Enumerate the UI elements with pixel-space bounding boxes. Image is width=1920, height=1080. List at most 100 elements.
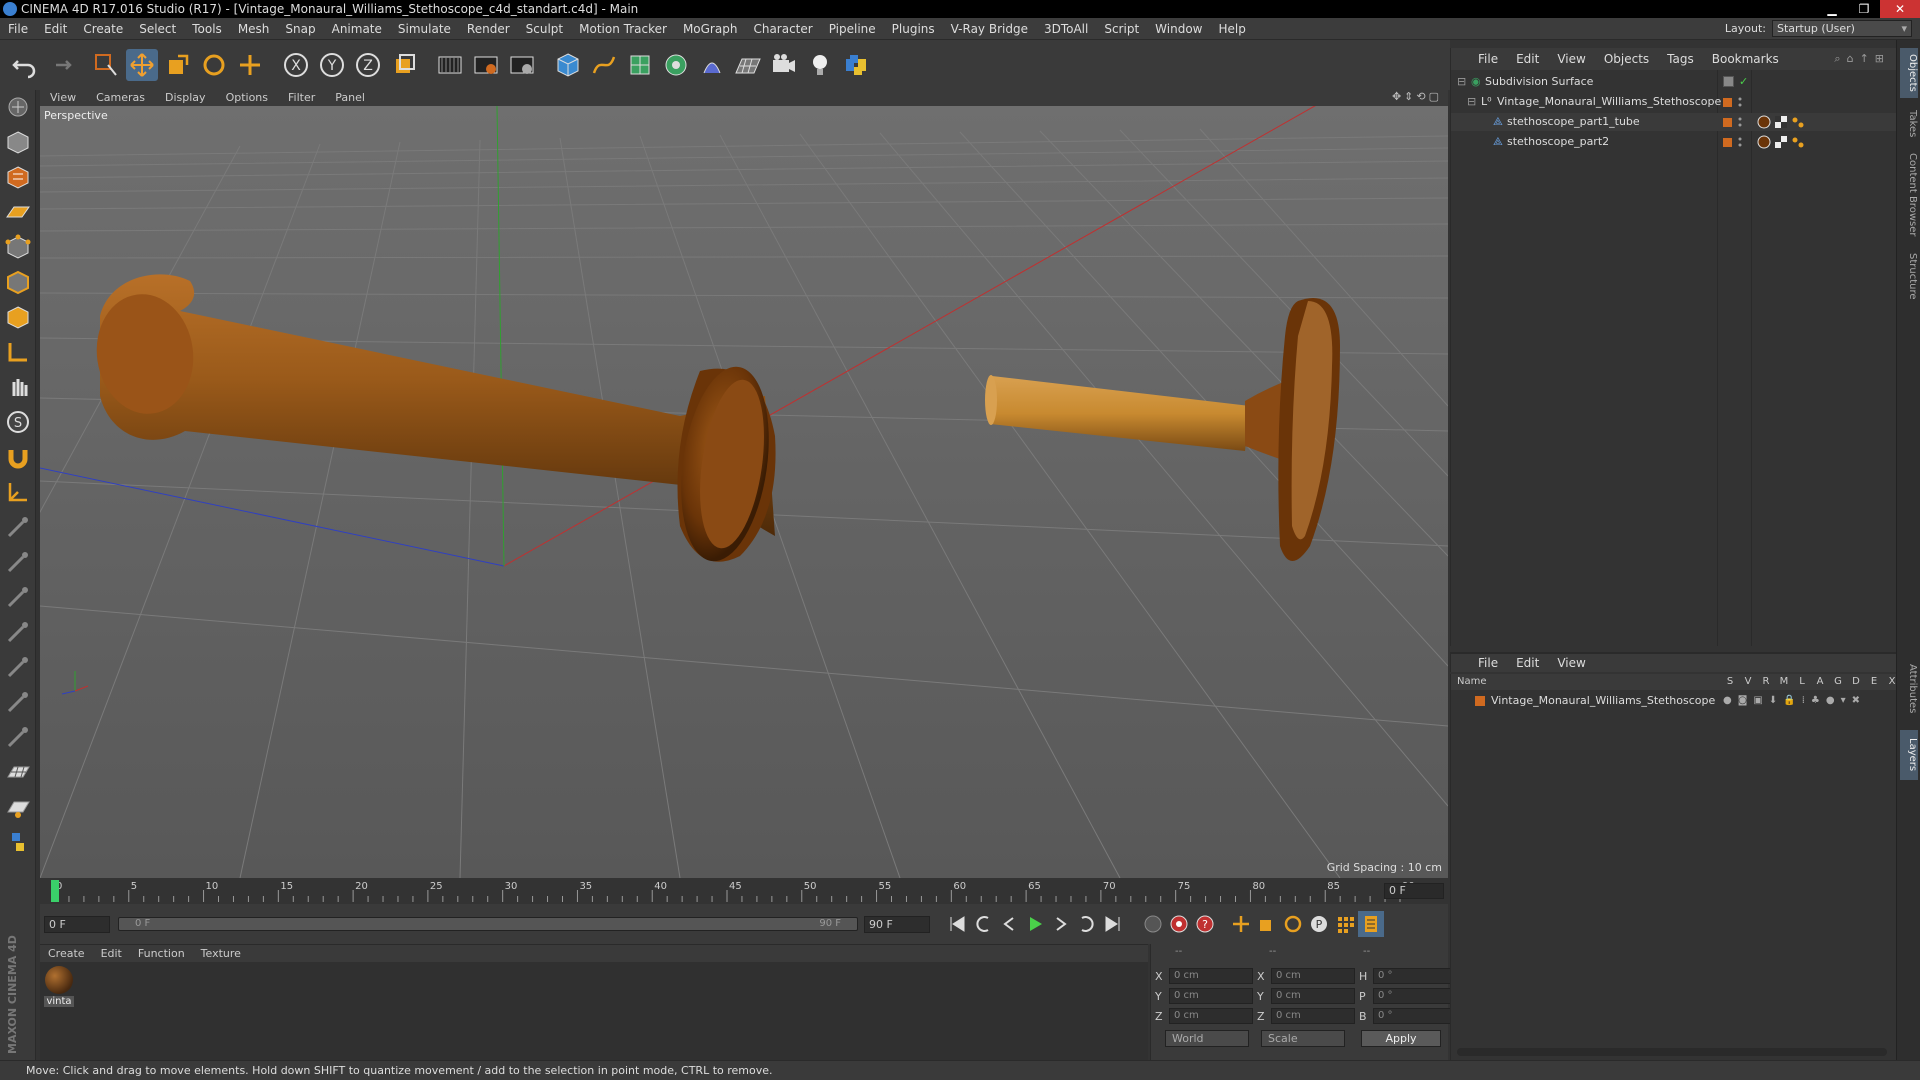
visibility-dots-icon[interactable] — [1738, 116, 1742, 128]
tab-attributes[interactable]: Attributes — [1900, 654, 1918, 724]
material-tag-icon[interactable] — [1757, 115, 1771, 129]
coordinate-space-dropdown[interactable]: World — [1165, 1030, 1249, 1047]
viewport-menu-panel[interactable]: Panel — [325, 91, 375, 104]
key-rotation-icon[interactable] — [1280, 911, 1306, 937]
smooth-brush-icon[interactable] — [3, 547, 33, 577]
move-tool-icon[interactable] — [126, 49, 158, 81]
undo-button[interactable] — [8, 49, 40, 81]
3d-viewport[interactable]: Perspective Grid Spacing : 10 cm — [40, 106, 1448, 878]
rotation-b-field[interactable]: 0 ° — [1373, 1008, 1451, 1024]
layers-menu-edit[interactable]: Edit — [1507, 656, 1548, 670]
menu-window[interactable]: Window — [1147, 22, 1210, 36]
size-y-field[interactable]: 0 cm — [1271, 988, 1355, 1004]
render-view-icon[interactable] — [434, 49, 466, 81]
key-parameter-icon[interactable]: P — [1306, 911, 1332, 937]
object-row-stethoscope-part2[interactable]: ⟁ stethoscope_part2 — [1451, 133, 1897, 151]
go-to-end-icon[interactable] — [1100, 911, 1126, 937]
timeline-ruler[interactable]: 051015202530354045505560657075808590 0 F — [40, 878, 1448, 904]
snap-icon[interactable]: S — [3, 407, 33, 437]
previous-frame-icon[interactable] — [996, 911, 1022, 937]
render-to-picture-viewer-icon[interactable] — [470, 49, 502, 81]
deformer-icon[interactable] — [696, 49, 728, 81]
playhead[interactable] — [51, 880, 59, 902]
make-editable-icon[interactable] — [3, 92, 33, 122]
menu-plugins[interactable]: Plugins — [884, 22, 943, 36]
material-swatch[interactable]: vinta — [44, 966, 74, 1007]
visibility-dots-icon[interactable] — [1738, 136, 1742, 148]
material-menu-function[interactable]: Function — [130, 947, 193, 960]
menu-simulate[interactable]: Simulate — [390, 22, 459, 36]
camera-icon[interactable] — [768, 49, 800, 81]
end-frame-field[interactable]: 90 F — [864, 915, 930, 933]
key-position-icon[interactable] — [1228, 911, 1254, 937]
menu-pipeline[interactable]: Pipeline — [821, 22, 884, 36]
axis-mode-icon[interactable] — [3, 337, 33, 367]
start-frame-field[interactable]: 0 F — [44, 915, 110, 933]
menu-select[interactable]: Select — [131, 22, 184, 36]
live-selection-icon[interactable] — [90, 49, 122, 81]
objects-menu-bookmarks[interactable]: Bookmarks — [1703, 52, 1788, 66]
pinch-brush-icon[interactable] — [3, 687, 33, 717]
scale-tool-icon[interactable] — [162, 49, 194, 81]
objects-menu-edit[interactable]: Edit — [1507, 52, 1548, 66]
rotation-p-field[interactable]: 0 ° — [1373, 988, 1451, 1004]
record-keys-icon[interactable] — [1140, 911, 1166, 937]
menu-3dtoall[interactable]: 3DToAll — [1036, 22, 1096, 36]
model-mode-icon[interactable] — [3, 127, 33, 157]
maximize-button[interactable]: ❐ — [1848, 0, 1880, 18]
tab-objects[interactable]: Objects — [1900, 48, 1918, 98]
timeline-window-icon[interactable] — [1358, 911, 1384, 937]
rotation-h-field[interactable]: 0 ° — [1373, 968, 1451, 984]
cube-primitive-icon[interactable] — [552, 49, 584, 81]
layers-menu-view[interactable]: View — [1548, 656, 1594, 670]
tab-layers[interactable]: Layers — [1900, 730, 1918, 780]
layers-menu-file[interactable]: File — [1469, 656, 1507, 670]
tab-takes[interactable]: Takes — [1900, 104, 1918, 144]
layer-row[interactable]: Vintage_Monaural_Williams_Stethoscope ●◙… — [1451, 692, 1897, 710]
material-menu-create[interactable]: Create — [40, 947, 93, 960]
menu-vray-bridge[interactable]: V-Ray Bridge — [943, 22, 1036, 36]
layer-color-swatch[interactable] — [1723, 118, 1732, 127]
menu-help[interactable]: Help — [1210, 22, 1253, 36]
current-frame-field[interactable]: 0 F — [1384, 883, 1444, 899]
checker-grid-lock-icon[interactable] — [3, 792, 33, 822]
next-key-icon[interactable] — [1074, 911, 1100, 937]
y-axis-lock-icon[interactable]: Y — [316, 49, 348, 81]
layer-swatch[interactable] — [1723, 76, 1734, 87]
floor-icon[interactable] — [732, 49, 764, 81]
object-row-stethoscope-part1-tube[interactable]: ⟁ stethoscope_part1_tube — [1451, 113, 1897, 131]
apply-button[interactable]: Apply — [1361, 1030, 1441, 1047]
autokey-icon[interactable] — [1166, 911, 1192, 937]
tab-structure[interactable]: Structure — [1900, 246, 1918, 306]
menu-sculpt[interactable]: Sculpt — [518, 22, 571, 36]
menu-snap[interactable]: Snap — [277, 22, 323, 36]
position-z-field[interactable]: 0 cm — [1169, 1008, 1253, 1024]
x-axis-lock-icon[interactable]: X — [280, 49, 312, 81]
close-button[interactable]: ✕ — [1880, 0, 1920, 18]
uvw-tag-icon[interactable] — [1774, 115, 1788, 129]
magnet-icon[interactable] — [3, 442, 33, 472]
workplane-icon[interactable] — [3, 197, 33, 227]
viewport-menu-cameras[interactable]: Cameras — [86, 91, 155, 104]
size-x-field[interactable]: 0 cm — [1271, 968, 1355, 984]
texture-mode-icon[interactable] — [3, 162, 33, 192]
viewport-nav-icons[interactable]: ✥⇕⟲▢ — [1392, 90, 1442, 103]
rotate-tool-icon[interactable] — [198, 49, 230, 81]
menu-motion-tracker[interactable]: Motion Tracker — [571, 22, 675, 36]
tab-content-browser[interactable]: Content Browser — [1900, 150, 1918, 240]
objects-menu-objects[interactable]: Objects — [1595, 52, 1658, 66]
layer-color-swatch[interactable] — [1723, 138, 1732, 147]
inflate-brush-icon[interactable] — [3, 617, 33, 647]
coordinate-system-icon[interactable] — [388, 49, 420, 81]
menu-file[interactable]: File — [0, 22, 36, 36]
material-tag-icon[interactable] — [1757, 135, 1771, 149]
previous-key-icon[interactable] — [970, 911, 996, 937]
workplane-axis-icon[interactable] — [3, 477, 33, 507]
pull-brush-icon[interactable] — [3, 582, 33, 612]
next-frame-icon[interactable] — [1048, 911, 1074, 937]
python-script-icon[interactable] — [3, 827, 33, 857]
phong-tag-icon[interactable] — [1791, 135, 1805, 149]
layer-color-swatch[interactable] — [1475, 696, 1485, 706]
visibility-dots-icon[interactable] — [1738, 96, 1742, 108]
objects-menu-file[interactable]: File — [1469, 52, 1507, 66]
